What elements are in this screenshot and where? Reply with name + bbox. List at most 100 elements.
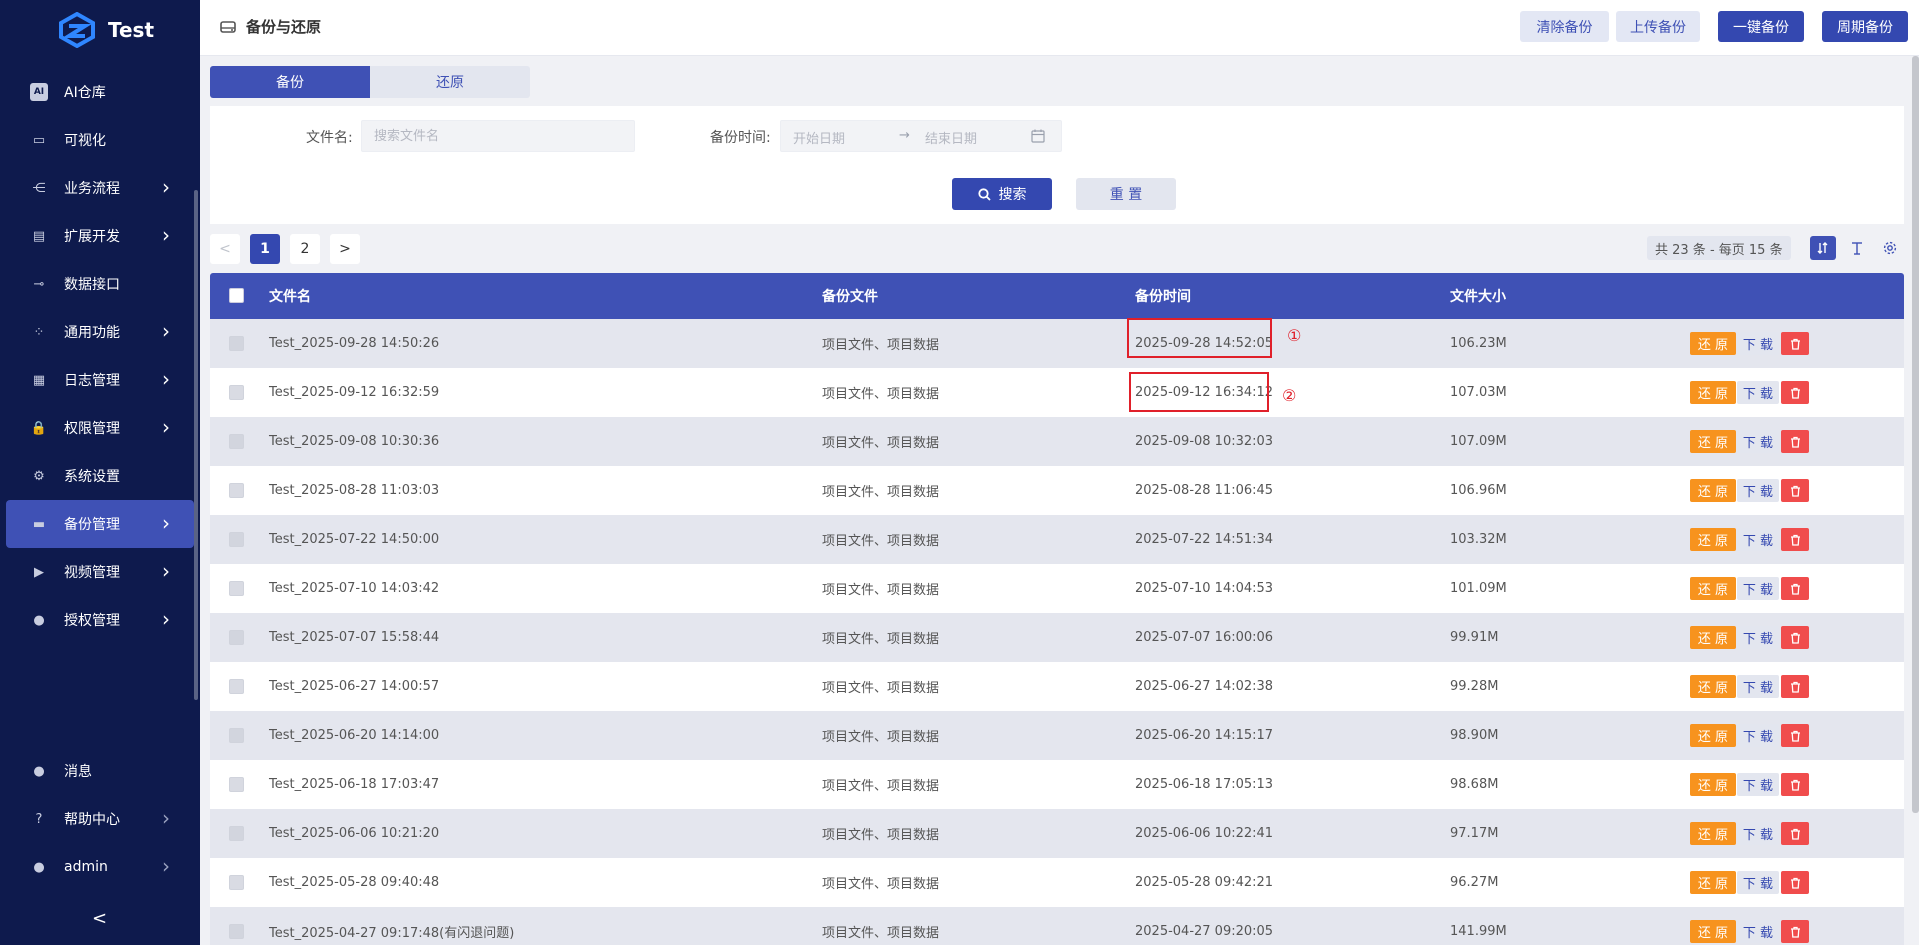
restore-button[interactable]: 还 原 — [1690, 479, 1736, 502]
page-1-button[interactable]: 1 — [250, 234, 280, 264]
sidebar-item-help[interactable]: ? 帮助中心 › — [0, 795, 200, 843]
sidebar-item-log[interactable]: ▦ 日志管理 › — [0, 356, 200, 404]
delete-button[interactable] — [1781, 920, 1809, 943]
row-checkbox[interactable] — [229, 385, 244, 400]
row-checkbox[interactable] — [229, 728, 244, 743]
restore-button[interactable]: 还 原 — [1690, 724, 1736, 747]
sidebar-item-drive[interactable]: ▬ 备份管理 › — [6, 500, 194, 548]
sidebar-item-ai[interactable]: AI AI仓库 — [0, 68, 200, 116]
end-date-placeholder[interactable]: 结束日期 — [925, 128, 977, 147]
download-button[interactable]: 下 载 — [1737, 822, 1779, 845]
restore-button[interactable]: 还 原 — [1690, 430, 1736, 453]
sidebar-item-flow[interactable]: ⋲ 业务流程 › — [0, 164, 200, 212]
delete-button[interactable] — [1781, 675, 1809, 698]
download-button[interactable]: 下 载 — [1737, 479, 1779, 502]
download-button[interactable]: 下 载 — [1737, 381, 1779, 404]
restore-button[interactable]: 还 原 — [1690, 822, 1736, 845]
restore-button[interactable]: 还 原 — [1690, 381, 1736, 404]
download-button[interactable]: 下 载 — [1737, 871, 1779, 894]
sidebar-item-label: 系统设置 — [64, 469, 120, 485]
row-checkbox[interactable] — [229, 826, 244, 841]
page-2-button[interactable]: 2 — [290, 234, 320, 264]
one-click-backup-button[interactable]: 一键备份 — [1718, 11, 1804, 42]
delete-button[interactable] — [1781, 381, 1809, 404]
row-checkbox[interactable] — [229, 581, 244, 596]
sidebar-item-extension[interactable]: ▤ 扩展开发 › — [0, 212, 200, 260]
download-button[interactable]: 下 载 — [1737, 528, 1779, 551]
start-date-placeholder[interactable]: 开始日期 — [793, 128, 845, 147]
restore-button[interactable]: 还 原 — [1690, 577, 1736, 600]
delete-button[interactable] — [1781, 332, 1809, 355]
delete-button[interactable] — [1781, 773, 1809, 796]
sidebar-item-gear[interactable]: ⚙ 系统设置 — [0, 452, 200, 500]
sidebar-item-message[interactable]: ● 消息 — [0, 747, 200, 795]
row-file-size: 141.99M — [1450, 924, 1507, 939]
row-backup-time: 2025-08-28 11:06:45 — [1135, 483, 1274, 498]
date-range-picker[interactable]: 开始日期 → 结束日期 — [780, 120, 1062, 152]
row-checkbox[interactable] — [229, 630, 244, 645]
delete-button[interactable] — [1781, 626, 1809, 649]
sidebar-item-video[interactable]: ▶ 视频管理 › — [0, 548, 200, 596]
restore-button[interactable]: 还 原 — [1690, 332, 1736, 355]
sort-icon[interactable] — [1810, 236, 1836, 260]
download-button[interactable]: 下 载 — [1737, 773, 1779, 796]
collapse-sidebar-button[interactable]: < — [92, 908, 107, 929]
filename-search-input[interactable] — [361, 120, 635, 152]
settings-gear-icon[interactable] — [1877, 236, 1903, 260]
sidebar-scrollbar[interactable] — [194, 190, 198, 700]
logo[interactable]: Test — [58, 10, 154, 50]
sidebar-item-lock[interactable]: 🔒 权限管理 › — [0, 404, 200, 452]
select-all-checkbox[interactable] — [229, 288, 244, 303]
prev-page-button[interactable]: < — [210, 234, 240, 264]
next-page-button[interactable]: > — [330, 234, 360, 264]
tab-backup[interactable]: 备份 — [210, 66, 370, 98]
download-button[interactable]: 下 载 — [1737, 332, 1779, 355]
download-button[interactable]: 下 载 — [1737, 675, 1779, 698]
restore-button[interactable]: 还 原 — [1690, 871, 1736, 894]
sidebar-item-user[interactable]: ● admin › — [0, 843, 200, 891]
row-checkbox[interactable] — [229, 875, 244, 890]
download-button[interactable]: 下 载 — [1737, 626, 1779, 649]
grid-icon: ⁘ — [33, 324, 45, 340]
row-checkbox[interactable] — [229, 679, 244, 694]
tab-restore[interactable]: 还原 — [370, 66, 530, 98]
delete-button[interactable] — [1781, 871, 1809, 894]
search-button[interactable]: 搜索 — [952, 178, 1052, 210]
table-header: 文件名 备份文件 备份时间 文件大小 — [210, 273, 1904, 319]
sidebar-item-user-key[interactable]: ● 授权管理 › — [0, 596, 200, 644]
row-checkbox[interactable] — [229, 777, 244, 792]
row-file-size: 107.03M — [1450, 385, 1507, 400]
restore-button[interactable]: 还 原 — [1690, 675, 1736, 698]
delete-button[interactable] — [1781, 430, 1809, 453]
row-checkbox[interactable] — [229, 483, 244, 498]
sidebar-item-plug[interactable]: ⊸ 数据接口 — [0, 260, 200, 308]
row-backup-file: 项目文件、项目数据 — [822, 436, 940, 451]
upload-backup-button[interactable]: 上传备份 — [1616, 11, 1700, 42]
delete-button[interactable] — [1781, 528, 1809, 551]
row-checkbox[interactable] — [229, 434, 244, 449]
restore-button[interactable]: 还 原 — [1690, 773, 1736, 796]
restore-button[interactable]: 还 原 — [1690, 626, 1736, 649]
delete-button[interactable] — [1781, 479, 1809, 502]
download-button[interactable]: 下 载 — [1737, 920, 1779, 943]
main-scrollbar[interactable] — [1912, 56, 1919, 813]
reset-button[interactable]: 重 置 — [1076, 178, 1176, 210]
sidebar-item-grid[interactable]: ⁘ 通用功能 › — [0, 308, 200, 356]
delete-button[interactable] — [1781, 724, 1809, 747]
clear-backup-button[interactable]: 清除备份 — [1520, 11, 1609, 42]
row-checkbox[interactable] — [229, 336, 244, 351]
restore-button[interactable]: 还 原 — [1690, 528, 1736, 551]
download-button[interactable]: 下 载 — [1737, 430, 1779, 453]
download-button[interactable]: 下 载 — [1737, 577, 1779, 600]
periodic-backup-button[interactable]: 周期备份 — [1822, 11, 1908, 42]
download-button[interactable]: 下 载 — [1737, 724, 1779, 747]
sidebar-item-monitor[interactable]: ▭ 可视化 — [0, 116, 200, 164]
restore-button[interactable]: 还 原 — [1690, 920, 1736, 943]
row-filename: Test_2025-05-28 09:40:48 — [269, 875, 440, 890]
delete-button[interactable] — [1781, 822, 1809, 845]
trash-icon — [1790, 485, 1800, 497]
row-checkbox[interactable] — [229, 532, 244, 547]
delete-button[interactable] — [1781, 577, 1809, 600]
column-height-icon[interactable] — [1844, 236, 1870, 260]
row-checkbox[interactable] — [229, 924, 244, 939]
